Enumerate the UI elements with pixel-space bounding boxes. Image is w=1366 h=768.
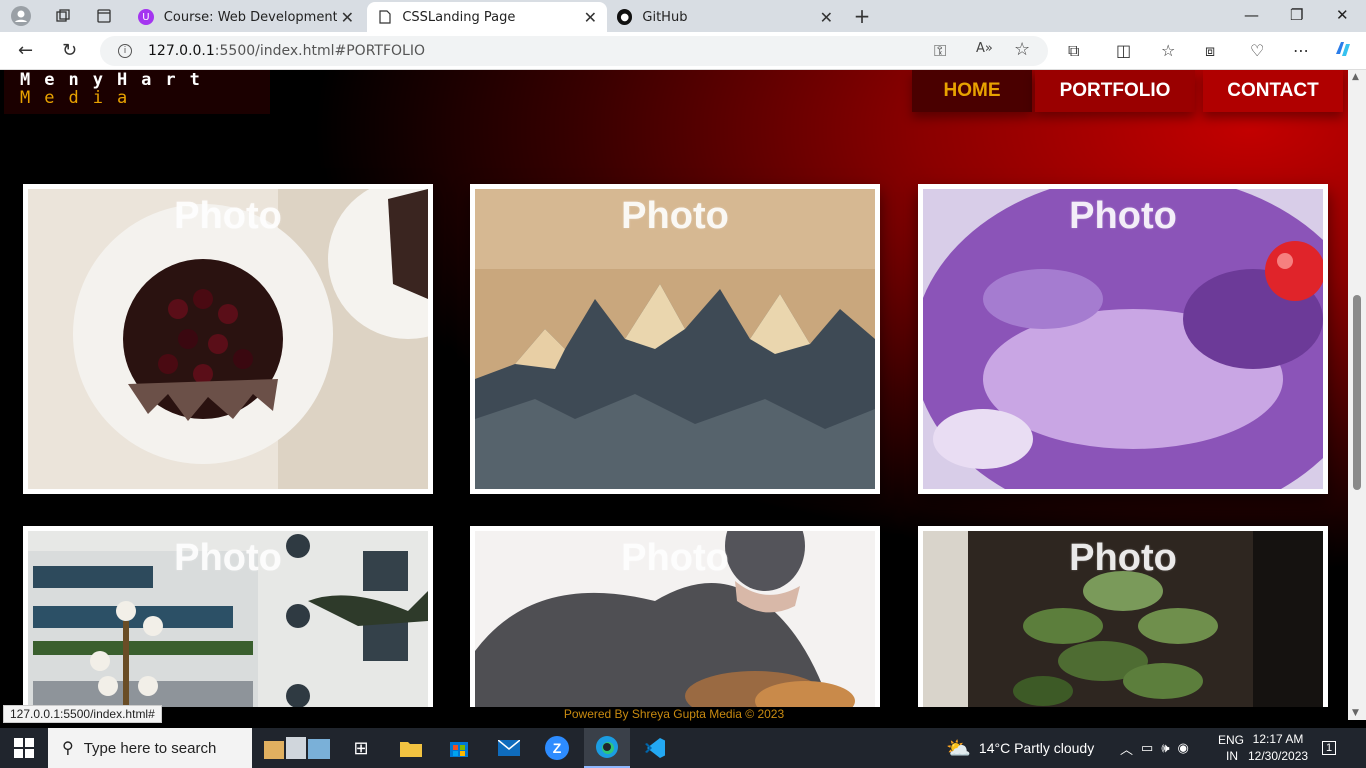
svg-text:Z: Z [553,740,562,756]
photo-caption: Photo [1069,195,1177,237]
brand-line2: Media [20,88,142,108]
microsoft-store-icon[interactable] [436,728,482,768]
close-icon[interactable]: ✕ [820,8,833,27]
brand-logo[interactable]: MenyHart Media [4,70,270,114]
photo-caption: Photo [174,195,282,237]
url-host: 127.0.0.1 [148,43,215,59]
clock-time: 12:17 AM [1252,732,1304,746]
minimize-icon[interactable]: — [1244,6,1259,24]
search-highlight-icon[interactable] [258,728,338,768]
photo-card-dunes[interactable]: Photo [470,184,880,494]
show-hidden-icons-icon[interactable]: ︿ [1120,739,1133,758]
system-tray: ︿ ▭ 🕪 ◉ [1120,728,1189,768]
photo-caption: Photo [621,537,729,579]
workspaces-icon[interactable] [52,5,74,27]
address-toolbar: ← ↻ i 127.0.0.1:5500/index.html#PORTFOLI… [0,32,1366,70]
url-path: :5500/index.html#PORTFOLIO [214,43,425,59]
photo-card-cake[interactable]: Photo [23,184,433,494]
page-footer: Powered By Shreya Gupta Media © 2023 [0,707,1348,722]
scroll-thumb[interactable] [1353,295,1361,490]
udemy-icon: U [138,9,154,25]
windows-taskbar: ⚲ Type here to search ⊞ Z ⛅ 14°C Partly … [0,728,1366,768]
copilot-icon[interactable] [1332,38,1354,64]
language-indicator[interactable]: ENG IN [1218,728,1244,768]
favorites-icon[interactable]: ☆ [1161,41,1175,60]
photo-card-dog[interactable]: Photo [470,526,880,707]
photo-card-building[interactable]: Photo [23,526,433,707]
search-placeholder: Type here to search [83,739,217,757]
tab-actions-icon[interactable] [93,5,115,27]
language-line2: IN [1226,749,1238,763]
nav-home-button[interactable]: HOME [912,70,1032,112]
tab-title: CSSLanding Page [402,9,516,25]
language-line1: ENG [1218,733,1245,747]
clock[interactable]: 12:17 AM 12/30/2023 [1248,731,1308,765]
address-bar[interactable]: i 127.0.0.1:5500/index.html#PORTFOLIO [100,36,1048,66]
back-icon[interactable]: ← [18,40,33,61]
mail-icon[interactable] [486,728,532,768]
weather-text: 14°C Partly cloudy [978,740,1095,756]
github-icon: ● [617,9,633,25]
collections-icon[interactable]: ⧈ [1205,41,1215,61]
status-bar-url: 127.0.0.1:5500/index.html# [3,705,162,723]
tab-title: GitHub [642,9,688,25]
refresh-icon[interactable]: ↻ [62,40,77,61]
web-page: MenyHart Media HOME PORTFOLIO CONTACT Ph… [0,70,1348,707]
scroll-up-icon[interactable]: ▲ [1352,72,1359,82]
photo-card-plant[interactable]: Photo [918,526,1328,707]
page-icon [377,9,392,25]
nav-contact-button[interactable]: CONTACT [1203,70,1343,112]
photo-caption: Photo [174,537,282,579]
browser-tab-bar: U Course: Web Development HTML ✕ CSSLand… [0,0,1366,32]
more-menu-icon[interactable]: ⋯ [1293,41,1309,60]
page-scrollbar[interactable]: ▲ ▼ [1348,70,1366,720]
volume-icon[interactable]: 🕪 [1161,740,1169,756]
file-explorer-icon[interactable] [388,728,434,768]
weather-widget[interactable]: ⛅ 14°C Partly cloudy [946,728,1094,768]
taskbar-search-box[interactable]: ⚲ Type here to search [48,728,252,768]
profile-icon[interactable] [10,5,32,27]
window-close-icon[interactable]: ✕ [1336,6,1349,24]
search-icon: ⚲ [62,740,74,757]
vscode-icon[interactable] [632,728,678,768]
partly-cloudy-icon: ⛅ [946,737,971,760]
photo-caption: Photo [1069,537,1177,579]
close-icon[interactable]: ✕ [341,8,354,27]
photo-caption: Photo [621,195,729,237]
clock-date: 12/30/2023 [1248,749,1309,763]
tab-course[interactable]: U Course: Web Development HTML ✕ [128,2,364,32]
photo-card-balloon[interactable]: Photo [918,184,1328,494]
battery-icon[interactable]: ▭ [1141,740,1153,756]
browser-essentials-icon[interactable]: ♡ [1250,41,1264,60]
windows-start-icon[interactable] [14,738,34,758]
read-aloud-icon[interactable]: A» [976,41,993,56]
split-screen-icon[interactable]: ◫ [1116,41,1131,60]
notifications-icon[interactable]: 1 [1322,728,1337,768]
new-tab-icon[interactable]: + [851,4,873,28]
network-icon[interactable]: ◉ [1178,740,1189,756]
tab-csslanding[interactable]: CSSLanding Page ✕ [367,2,607,32]
tab-github[interactable]: ● GitHub ✕ [607,2,843,32]
site-info-icon[interactable]: i [118,44,132,58]
task-view-icon[interactable]: ⊞ [338,728,384,768]
key-icon[interactable]: ⚿ [934,41,946,61]
brand-line1: MenyHart [20,70,214,90]
close-icon[interactable]: ✕ [584,8,597,27]
favorite-star-icon[interactable]: ☆ [1014,39,1030,60]
tab-title: Course: Web Development HTML [163,9,337,25]
zoom-icon[interactable]: Z [534,728,580,768]
notification-count: 1 [1322,741,1337,755]
edge-browser-icon[interactable] [584,728,630,768]
scroll-down-icon[interactable]: ▼ [1352,708,1359,718]
nav-portfolio-button[interactable]: PORTFOLIO [1035,70,1195,112]
extensions-icon[interactable]: ⧉ [1068,41,1079,61]
restore-icon[interactable]: ❐ [1290,6,1303,24]
